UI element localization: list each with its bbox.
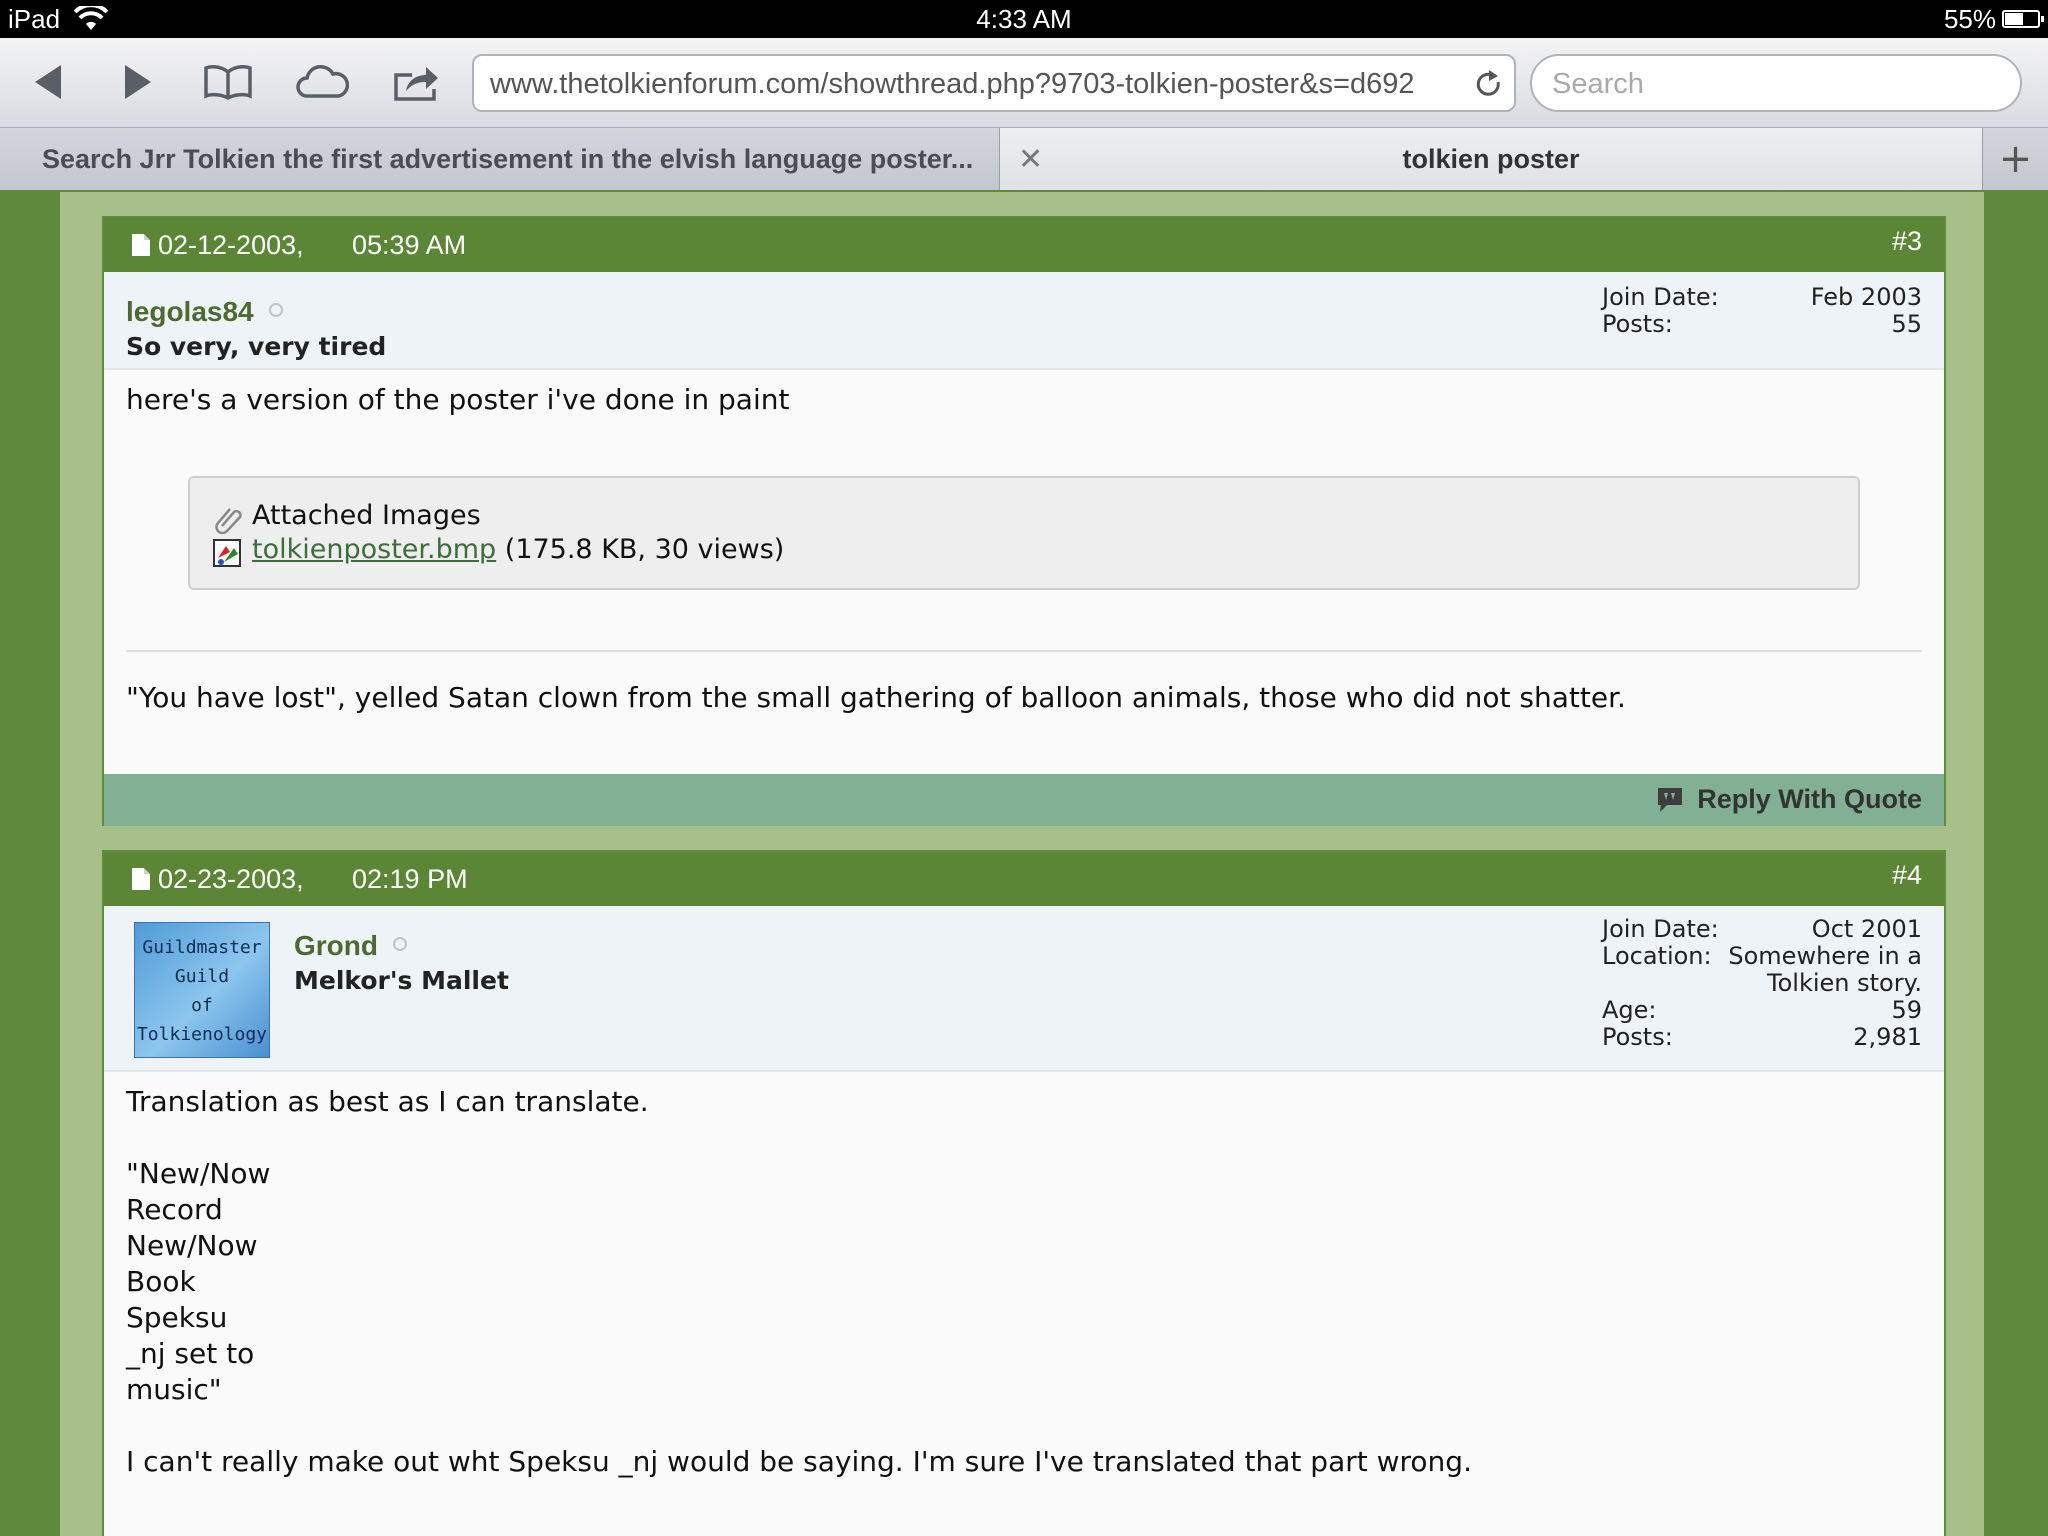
stat-row: Posts: 55 xyxy=(1602,311,1922,338)
message-line: "New/Now xyxy=(126,1157,271,1190)
post-header: 02-23-2003, 02:19 PM #4 xyxy=(104,852,1944,906)
post-document-icon xyxy=(132,234,150,256)
post-message: Translation as best as I can translate. … xyxy=(104,1072,1944,1480)
message-line: I can't really make out wht Speksu _nj w… xyxy=(126,1445,1472,1478)
avatar[interactable]: Guildmaster Guild of Tolkienology xyxy=(134,922,270,1058)
signature: "You have lost", yelled Satan clown from… xyxy=(126,681,1626,714)
search-placeholder: Search xyxy=(1552,68,1644,100)
message-line xyxy=(126,1408,1922,1444)
quote-bubble-icon xyxy=(1658,787,1683,812)
stat-row: Location: Somewhere in a xyxy=(1602,943,1922,970)
post-time: 02:19 PM xyxy=(352,864,468,894)
message-line: music" xyxy=(126,1373,222,1406)
offline-status-icon xyxy=(393,937,408,951)
stat-value: Oct 2001 xyxy=(1811,915,1922,943)
battery-percent: 55% xyxy=(1943,4,1996,34)
avatar-text: Tolkienology xyxy=(136,1024,268,1045)
stat-value: Feb 2003 xyxy=(1810,283,1922,311)
attachments-box: Attached Images tolkienposter.bmp (175.8… xyxy=(188,476,1860,590)
url-text: www.thetolkienforum.com/showthread.php?9… xyxy=(490,68,1415,100)
attachment-link[interactable]: tolkienposter.bmp xyxy=(252,534,496,565)
message-line: Speksu xyxy=(126,1301,228,1334)
stat-label: Join Date: xyxy=(1602,283,1719,311)
address-bar[interactable]: www.thetolkienforum.com/showthread.php?9… xyxy=(472,54,1516,112)
status-bar: iPad 4:33 AM 55% xyxy=(0,0,2048,38)
forum-post: 02-23-2003, 02:19 PM #4 Guildmaster Guil… xyxy=(102,850,1946,1536)
stat-value: 55 xyxy=(1891,310,1922,338)
attachments-title: Attached Images xyxy=(252,500,481,531)
stat-row: Join Date: Oct 2001 xyxy=(1602,916,1922,943)
reply-with-quote-label: Reply With Quote xyxy=(1697,784,1922,814)
user-stats: Join Date: Feb 2003 Posts: 55 xyxy=(1602,284,1922,338)
stat-label: Age: xyxy=(1602,996,1657,1024)
post-footer: Reply With Quote xyxy=(104,774,1944,826)
tab-label: tolkien poster xyxy=(1402,143,1580,174)
avatar-text: Guildmaster xyxy=(142,937,262,958)
post-header: 02-12-2003, 05:39 AM #3 xyxy=(104,218,1944,272)
post-number-link[interactable]: #3 xyxy=(1892,226,1922,257)
message-line: New/Now xyxy=(126,1229,258,1262)
offline-status-icon xyxy=(268,303,283,317)
post-number-link[interactable]: #4 xyxy=(1892,860,1922,891)
stat-label: Posts: xyxy=(1602,1023,1673,1051)
browser-toolbar: www.thetolkienforum.com/showthread.php?9… xyxy=(0,38,2048,128)
user-info: Guildmaster Guild of Tolkienology Grond … xyxy=(104,906,1944,1072)
stat-label: Posts: xyxy=(1602,310,1673,338)
user-name-block: Grond Melkor's Mallet xyxy=(294,930,509,995)
avatar-text: of xyxy=(191,995,213,1016)
tab-search[interactable]: Search Jrr Tolkien the first advertiseme… xyxy=(0,128,1000,190)
attachment-entry: tolkienposter.bmp (175.8 KB, 30 views) xyxy=(252,534,784,565)
stat-label: Location: xyxy=(1602,942,1712,970)
icloud-tabs-icon[interactable] xyxy=(294,58,350,106)
signature-divider xyxy=(126,650,1922,652)
tab-bar: Search Jrr Tolkien the first advertiseme… xyxy=(0,128,2048,190)
attachment-info: (175.8 KB, 30 views) xyxy=(504,534,785,565)
tab-label: Search Jrr Tolkien the first advertiseme… xyxy=(42,143,974,174)
post-document-icon xyxy=(132,868,150,890)
back-icon[interactable] xyxy=(20,58,76,106)
forward-icon[interactable] xyxy=(110,58,166,106)
username-link[interactable]: legolas84 xyxy=(126,296,254,327)
avatar-text: Guild xyxy=(174,966,230,987)
stat-row: Join Date: Feb 2003 xyxy=(1602,284,1922,311)
message-line: _nj set to xyxy=(126,1337,255,1370)
username-link[interactable]: Grond xyxy=(294,930,378,961)
post-date: 02-12-2003, xyxy=(158,230,304,260)
stat-row: Tolkien story. xyxy=(1602,970,1922,997)
post-message: here's a version of the poster i've done… xyxy=(126,383,790,416)
stat-value: Somewhere in a xyxy=(1728,942,1922,970)
user-stats: Join Date: Oct 2001 Location: Somewhere in… xyxy=(1602,916,1922,1051)
clock: 4:33 AM xyxy=(976,4,1072,34)
close-tab-icon[interactable]: ✕ xyxy=(1018,142,1043,177)
web-page: 02-12-2003, 05:39 AM #3 legolas84 So ver… xyxy=(0,192,2048,1536)
battery-icon xyxy=(2002,10,2044,28)
share-icon[interactable] xyxy=(388,58,444,106)
message-line: Translation as best as I can translate. xyxy=(126,1085,649,1118)
user-title: Melkor's Mallet xyxy=(294,966,509,995)
stat-label: Join Date: xyxy=(1602,915,1719,943)
new-tab-button[interactable]: + xyxy=(1982,128,2048,190)
bmp-file-icon xyxy=(213,539,241,567)
paperclip-icon xyxy=(215,508,242,534)
stat-value: 59 xyxy=(1891,996,1922,1024)
post-time: 05:39 AM xyxy=(352,230,467,260)
stat-value: 2,981 xyxy=(1853,1023,1922,1051)
user-info: legolas84 So very, very tired Join Date:… xyxy=(104,272,1944,370)
search-input[interactable]: Search xyxy=(1530,54,2022,112)
reply-with-quote-button[interactable]: Reply With Quote xyxy=(1655,784,1922,815)
message-line xyxy=(126,1120,1922,1156)
reload-icon[interactable] xyxy=(1472,68,1504,100)
bookmarks-icon[interactable] xyxy=(200,58,256,106)
stat-value: Tolkien story. xyxy=(1767,969,1922,997)
tab-tolkien-poster[interactable]: ✕ tolkien poster xyxy=(1000,128,1982,190)
post-date: 02-23-2003, xyxy=(158,864,304,894)
message-line: Book xyxy=(126,1265,196,1298)
message-line: Record xyxy=(126,1193,223,1226)
stat-row: Age: 59 xyxy=(1602,997,1922,1024)
forum-post: 02-12-2003, 05:39 AM #3 legolas84 So ver… xyxy=(102,216,1946,826)
stat-row: Posts: 2,981 xyxy=(1602,1024,1922,1051)
